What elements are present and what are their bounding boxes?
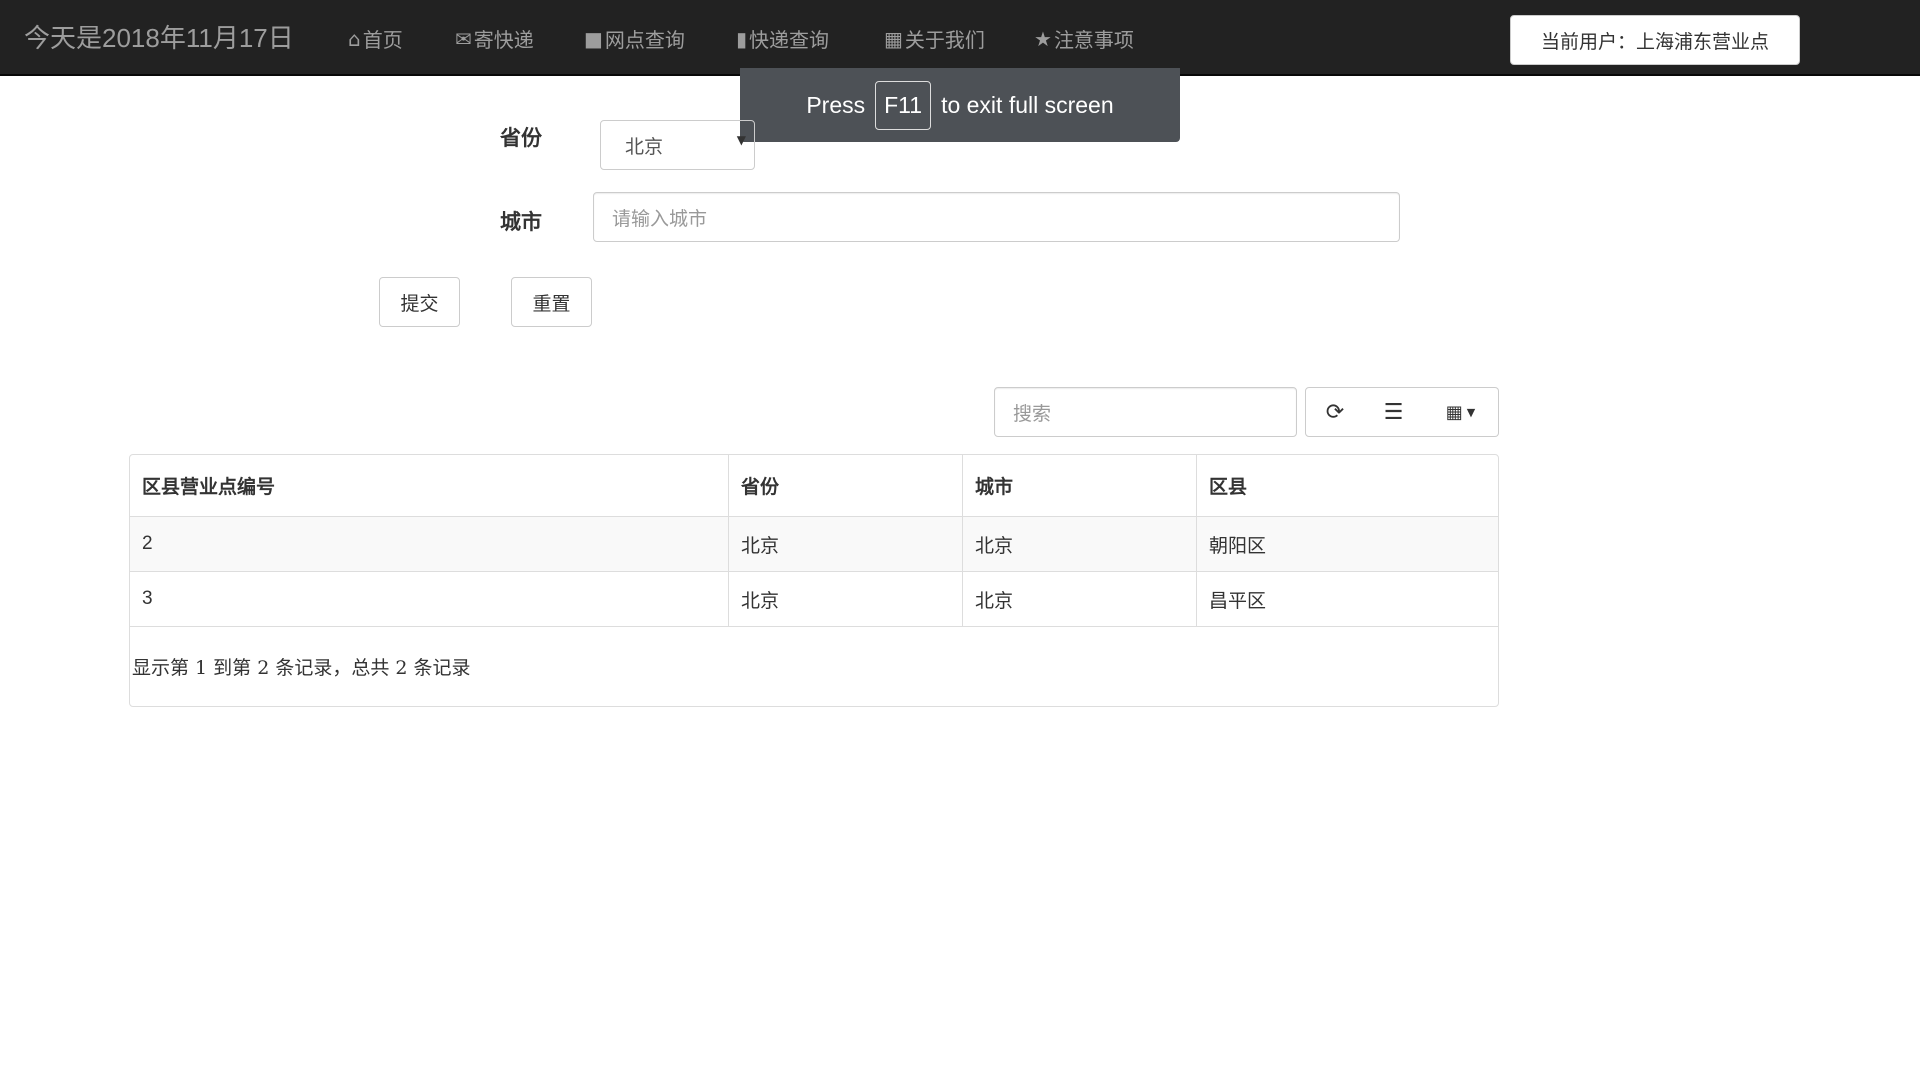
caret-down-icon: ▼ [736, 133, 746, 147]
table-header: 区县营业点编号 省份 城市 区县 [130, 455, 1498, 517]
table-row[interactable]: 2 北京 北京 朝阳区 [130, 517, 1498, 572]
nav-send[interactable]: ✉ 寄快递 [455, 24, 534, 53]
province-label: 省份 [500, 125, 542, 150]
nav-label: 快递查询 [749, 28, 830, 52]
province-value: 北京 [625, 136, 664, 158]
star-icon: ★ [1034, 26, 1052, 51]
toggle-view-button[interactable]: ☰ [1364, 387, 1424, 437]
envelope-icon: ✉ [455, 26, 472, 51]
current-user-button[interactable]: 当前用户：上海浦东营业点 [1510, 15, 1800, 65]
data-table: 区县营业点编号 省份 城市 区县 2 北京 北京 朝阳区 3 北京 北京 昌平区… [129, 454, 1499, 707]
table-cell: 北京 [963, 517, 1197, 571]
nav-label: 首页 [362, 28, 403, 52]
nav-express-query[interactable]: ▮ 快递查询 [736, 24, 829, 53]
nav-home[interactable]: ⌂ 首页 [348, 24, 403, 53]
toast-press: Press [806, 91, 866, 118]
table-cell: 3 [130, 572, 729, 626]
table-cell: 北京 [729, 517, 963, 571]
nav-label: 寄快递 [473, 28, 534, 52]
table-search-input[interactable]: 搜索 [994, 387, 1297, 437]
fullscreen-toast: Press F11 to exit full screen [740, 68, 1180, 142]
columns-button[interactable]: ▦ ▼ [1423, 387, 1499, 437]
refresh-button[interactable]: ⟳ [1305, 387, 1365, 437]
toast-key: F11 [875, 80, 932, 130]
table-cell: 北京 [963, 572, 1197, 626]
header-cell[interactable]: 区县营业点编号 [130, 455, 729, 516]
nav-outlet-query[interactable]: ■ 网点查询 [584, 24, 685, 53]
nav-about[interactable]: ▦ 关于我们 [884, 24, 985, 53]
date-brand: 今天是2018年11月17日 [24, 23, 294, 53]
header-cell[interactable]: 省份 [729, 455, 963, 516]
refresh-icon: ⟳ [1325, 399, 1345, 425]
search-placeholder: 搜索 [1013, 402, 1052, 425]
province-select[interactable]: 北京 ▼ [600, 120, 755, 170]
caret-down-icon: ▼ [1466, 405, 1476, 419]
header-cell[interactable]: 城市 [963, 455, 1197, 516]
list-icon: ☰ [1383, 399, 1404, 425]
th-icon: ▦ [884, 26, 903, 51]
nav-label: 注意事项 [1053, 28, 1134, 52]
table-cell: 昌平区 [1209, 589, 1267, 612]
home-icon: ⌂ [348, 26, 361, 51]
book-icon: ▮ [736, 26, 748, 51]
th-icon: ▦ [1445, 401, 1463, 423]
city-input[interactable]: 请输入城市 [593, 192, 1400, 242]
submit-button[interactable]: 提交 [379, 277, 460, 327]
lock-icon: ■ [584, 26, 603, 51]
reset-button[interactable]: 重置 [511, 277, 592, 327]
table-row[interactable]: 3 北京 北京 昌平区 [130, 572, 1498, 627]
table-cell: 2 [130, 517, 729, 571]
table-cell: 朝阳区 [1209, 534, 1267, 557]
nav-notes[interactable]: ★ 注意事项 [1034, 24, 1134, 53]
city-label: 城市 [500, 209, 542, 234]
pagination-info: 显示第 1 到第 2 条记录，总共 2 条记录 [132, 657, 471, 679]
toast-rest: to exit full screen [941, 91, 1114, 118]
city-placeholder: 请输入城市 [612, 207, 708, 230]
navbar: 今天是2018年11月17日 ⌂ 首页 ✉ 寄快递 ■ 网点查询 ▮ 快递查询 ▦ 关于我… [0, 0, 1920, 76]
nav-label: 网点查询 [604, 28, 685, 52]
header-cell[interactable]: 区县 [1197, 455, 1498, 516]
nav-label: 关于我们 [904, 28, 985, 52]
table-cell: 北京 [729, 572, 963, 626]
